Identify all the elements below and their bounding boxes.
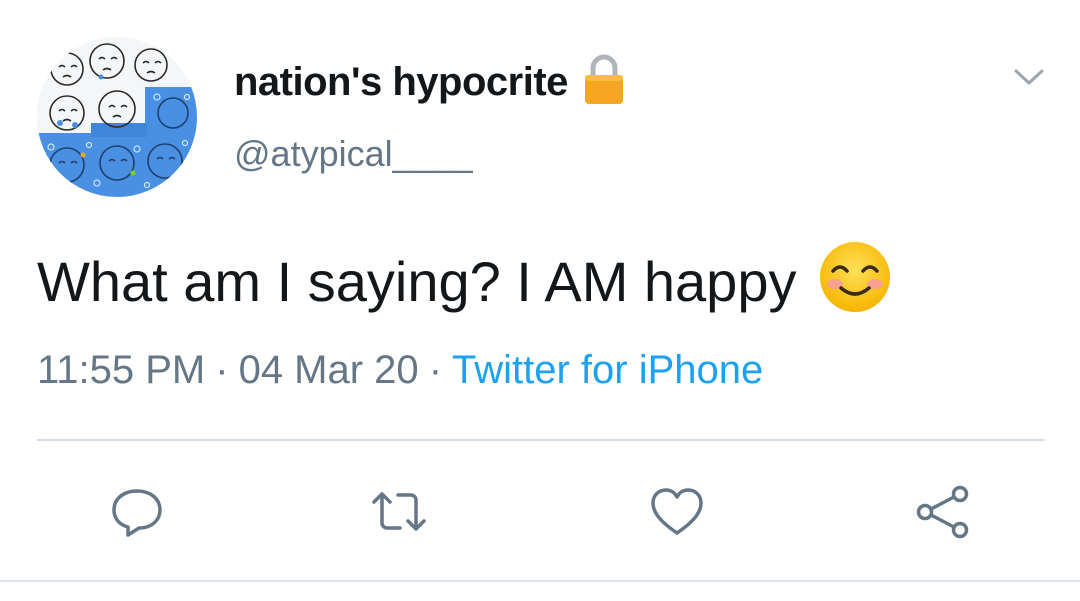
tweet-body: What am I saying? I AM happy xyxy=(37,242,892,318)
author-display-name[interactable]: nation's hypocrite xyxy=(234,54,626,108)
avatar-image xyxy=(37,37,197,197)
retweet-button[interactable] xyxy=(370,483,428,541)
tweet-text: What am I saying? I AM happy xyxy=(37,249,797,313)
retweet-icon xyxy=(372,492,426,531)
tweet-source-link[interactable]: Twitter for iPhone xyxy=(452,348,763,392)
reply-icon xyxy=(112,489,162,537)
like-button[interactable] xyxy=(648,483,706,541)
share-button[interactable] xyxy=(914,483,972,541)
bottom-divider xyxy=(0,580,1080,582)
lock-icon xyxy=(582,54,626,106)
reply-button[interactable] xyxy=(108,483,166,541)
avatar[interactable] xyxy=(37,37,197,197)
divider xyxy=(37,439,1044,441)
tweet-date: 04 Mar 20 xyxy=(238,348,419,392)
meta-separator: · xyxy=(215,348,229,392)
chevron-down-icon[interactable] xyxy=(1012,65,1046,89)
smiling-face-with-smiling-eyes-icon xyxy=(818,240,892,314)
display-name-text: nation's hypocrite xyxy=(234,59,568,104)
author-handle[interactable]: @atypical____ xyxy=(234,133,473,175)
tweet-detail: nation's hypocrite @atypical____ What am… xyxy=(0,0,1080,601)
share-icon xyxy=(916,485,969,539)
tweet-meta: 11:55 PM · 04 Mar 20 · Twitter for iPhone xyxy=(37,348,763,393)
meta-separator: · xyxy=(428,348,443,392)
heart-icon xyxy=(651,488,703,535)
tweet-time: 11:55 PM xyxy=(37,348,206,392)
